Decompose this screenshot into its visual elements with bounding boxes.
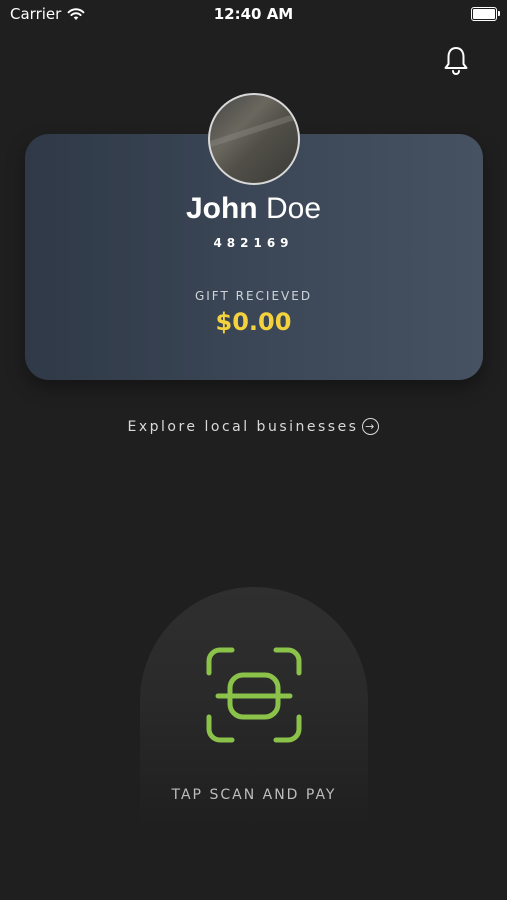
user-id: 482169 [213,236,294,250]
scan-label: TAP SCAN AND PAY [171,787,337,803]
bell-icon[interactable] [441,44,471,76]
last-name: Doe [257,192,322,225]
gift-label: GIFT RECIEVED [194,289,313,303]
first-name: John [185,192,258,225]
avatar[interactable] [208,93,300,185]
scan-pay-button[interactable]: TAP SCAN AND PAY [140,587,368,827]
scan-icon [206,647,302,743]
explore-label: Explore local businesses [127,418,359,435]
status-time: 12:40 AM [213,5,294,23]
arrow-right-circle-icon: → [362,418,380,435]
gift-amount: $0.00 [215,308,292,336]
battery-fill [473,9,495,19]
explore-link[interactable]: Explore local businesses → [0,418,507,435]
battery-icon [471,7,500,21]
status-bar: Carrier 12:40 AM [0,0,507,28]
profile-name: John Doe [0,192,507,226]
